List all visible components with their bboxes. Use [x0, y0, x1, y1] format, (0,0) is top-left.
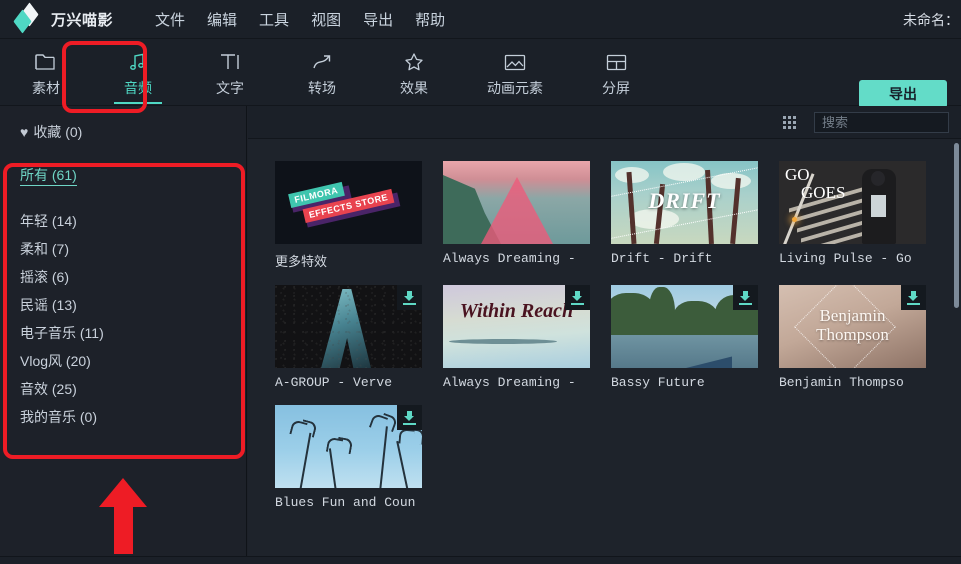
asset-card[interactable]: Always Dreaming -: [443, 161, 590, 270]
asset-title: Drift - Drift: [611, 251, 713, 266]
asset-title: Blues Fun and Coun: [275, 495, 416, 510]
stairs-artwork: GO GOES: [779, 161, 926, 244]
music-note-icon: [128, 50, 148, 74]
asset-title: Living Pulse - Go: [779, 251, 912, 266]
asset-card[interactable]: Benjamin Thompson Benjamin Thompso: [779, 285, 926, 390]
project-title: 未命名：: [903, 12, 959, 28]
sidebar-item-rock[interactable]: 摇滚 (6): [20, 270, 69, 284]
grid-view-icon[interactable]: [783, 115, 796, 129]
asset-thumbnail[interactable]: DRIFT: [611, 161, 758, 244]
asset-title: Always Dreaming -: [443, 375, 576, 390]
tab-transition[interactable]: 转场: [276, 39, 368, 105]
filmora-window: 万兴喵影 文件 编辑 工具 视图 导出 帮助 未命名： 素材 音频 文字 转场 …: [0, 0, 961, 564]
download-icon[interactable]: [733, 285, 758, 310]
image-icon: [504, 50, 526, 74]
tab-audio-label: 音频: [124, 80, 152, 96]
sidebar-item-vlog[interactable]: Vlog风 (20): [20, 354, 91, 368]
split-screen-icon: [606, 50, 627, 74]
coast-artwork: [443, 161, 590, 244]
text-icon: [219, 50, 241, 74]
tab-media-label: 素材: [32, 80, 60, 96]
menu-help[interactable]: 帮助: [404, 6, 456, 33]
asset-card[interactable]: A-GROUP - Verve: [275, 285, 422, 390]
title-bar: 万兴喵影 文件 编辑 工具 视图 导出 帮助 未命名：: [0, 0, 961, 39]
menu-file[interactable]: 文件: [144, 6, 196, 33]
heart-icon: ♥: [20, 124, 29, 140]
content-panel: FILMORA EFFECTS STORE 更多特效 Always Dreami…: [248, 106, 961, 564]
tool-tab-bar: 素材 音频 文字 转场 效果 动画元素 分屏 导出: [0, 39, 961, 108]
drift-artwork: DRIFT: [611, 161, 758, 244]
asset-title: Bassy Future: [611, 375, 705, 390]
asset-card[interactable]: Bassy Future: [611, 285, 758, 390]
tab-text[interactable]: 文字: [184, 39, 276, 105]
folder-icon: [35, 50, 57, 74]
category-sidebar: ♥ 收藏 (0) 所有 (61) 年轻 (14) 柔和 (7) 摇滚 (6) 民…: [0, 106, 247, 556]
download-icon[interactable]: [565, 285, 590, 310]
tab-effects-label: 效果: [400, 80, 428, 96]
asset-thumbnail[interactable]: [443, 161, 590, 244]
asset-thumbnail[interactable]: Within Reach: [443, 285, 590, 368]
tab-split-screen[interactable]: 分屏: [570, 39, 662, 105]
download-icon[interactable]: [901, 285, 926, 310]
asset-thumbnail[interactable]: [275, 285, 422, 368]
brand-diamond-icon: [13, 2, 44, 34]
bottom-strip: [0, 556, 961, 564]
asset-thumbnail[interactable]: [275, 405, 422, 488]
asset-grid-scroll[interactable]: FILMORA EFFECTS STORE 更多特效 Always Dreami…: [248, 139, 961, 564]
artwork-overlay-text: DRIFT: [648, 188, 721, 213]
menu-bar: 文件 编辑 工具 视图 导出 帮助: [144, 6, 456, 33]
export-button[interactable]: 导出: [859, 80, 947, 108]
asset-card[interactable]: GO GOES Living Pulse - Go: [779, 161, 926, 270]
tab-animation-elements-label: 动画元素: [487, 80, 543, 96]
tab-effects[interactable]: 效果: [368, 39, 460, 105]
asset-card[interactable]: Within Reach Always Dreaming -: [443, 285, 590, 390]
tab-text-label: 文字: [216, 80, 244, 96]
asset-title: 更多特效: [275, 255, 328, 270]
menu-edit[interactable]: 编辑: [196, 6, 248, 33]
menu-export[interactable]: 导出: [352, 6, 404, 33]
tab-media[interactable]: 素材: [0, 39, 92, 105]
asset-thumbnail[interactable]: GO GOES: [779, 161, 926, 244]
sidebar-item-young[interactable]: 年轻 (14): [20, 214, 77, 228]
sparkle-icon: [403, 50, 425, 74]
category-list: 所有 (61) 年轻 (14) 柔和 (7) 摇滚 (6) 民谣 (13) 电子…: [0, 168, 246, 438]
asset-card[interactable]: Blues Fun and Coun: [275, 405, 422, 510]
sidebar-item-sound-effects[interactable]: 音效 (25): [20, 382, 77, 396]
asset-title: Always Dreaming -: [443, 251, 576, 266]
search-box[interactable]: [814, 111, 961, 133]
app-logo: 万兴喵影: [13, 2, 114, 34]
transition-icon: [311, 50, 333, 74]
tab-split-screen-label: 分屏: [602, 80, 630, 96]
asset-thumbnail[interactable]: Benjamin Thompson: [779, 285, 926, 368]
download-icon[interactable]: [397, 285, 422, 310]
asset-grid: FILMORA EFFECTS STORE 更多特效 Always Dreami…: [248, 139, 961, 525]
vertical-scrollbar[interactable]: [954, 143, 959, 308]
menu-view[interactable]: 视图: [300, 6, 352, 33]
effects-store-artwork: FILMORA EFFECTS STORE: [275, 161, 422, 244]
menu-tools[interactable]: 工具: [248, 6, 300, 33]
favorites-label: 收藏 (0): [33, 124, 83, 140]
asset-title: Benjamin Thompso: [779, 375, 904, 390]
sidebar-item-favorites[interactable]: ♥ 收藏 (0): [20, 122, 246, 142]
asset-card[interactable]: FILMORA EFFECTS STORE 更多特效: [275, 161, 422, 270]
sidebar-item-soft[interactable]: 柔和 (7): [20, 242, 69, 256]
asset-thumbnail[interactable]: FILMORA EFFECTS STORE: [275, 161, 422, 244]
download-icon[interactable]: [397, 405, 422, 430]
asset-title: A-GROUP - Verve: [275, 375, 393, 390]
sidebar-item-folk[interactable]: 民谣 (13): [20, 298, 77, 312]
sidebar-item-all[interactable]: 所有 (61): [20, 168, 77, 186]
tab-animation-elements[interactable]: 动画元素: [460, 39, 570, 105]
asset-thumbnail[interactable]: [611, 285, 758, 368]
sidebar-item-electronic[interactable]: 电子音乐 (11): [20, 326, 104, 340]
tab-transition-label: 转场: [308, 80, 336, 96]
sidebar-item-my-music[interactable]: 我的音乐 (0): [20, 410, 97, 424]
content-toolbar: [248, 106, 961, 139]
brand-name: 万兴喵影: [51, 11, 114, 29]
asset-card[interactable]: DRIFT Drift - Drift: [611, 161, 758, 270]
tab-audio[interactable]: 音频: [92, 39, 184, 105]
search-input[interactable]: [815, 114, 961, 130]
